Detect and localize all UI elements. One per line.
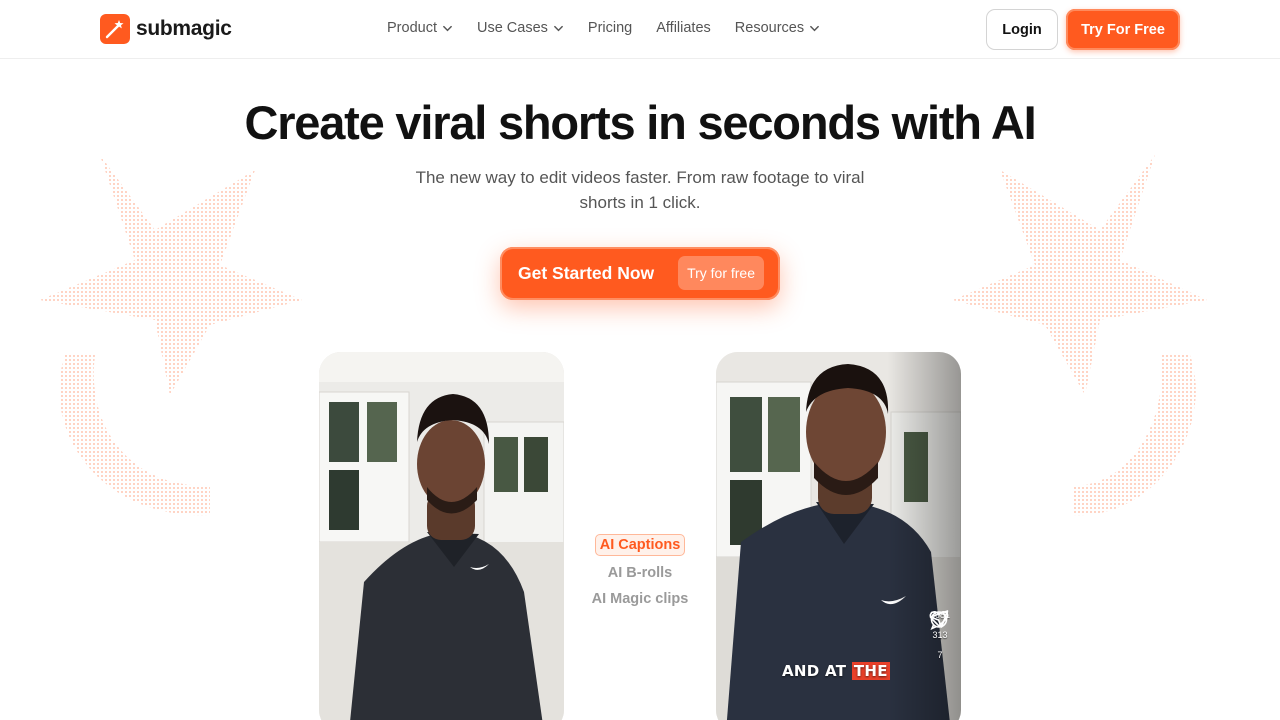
brand-logo[interactable]: submagic xyxy=(100,14,232,44)
share-count: 7 xyxy=(937,650,943,660)
chevron-down-icon xyxy=(554,25,563,31)
get-started-button[interactable]: Get Started Now Try for free xyxy=(500,247,780,300)
menu-item-use-cases[interactable]: Use Cases xyxy=(477,20,564,36)
menu-item-label: Affiliates xyxy=(656,20,711,36)
try-for-free-button[interactable]: Try For Free xyxy=(1066,9,1180,50)
raw-video-frame xyxy=(319,352,564,720)
decorative-dotted-star-right xyxy=(953,155,1207,516)
main-menu: Product Use Cases Pricing Affiliates Res… xyxy=(387,20,820,36)
top-navigation: submagic Product Use Cases Pricing Affil… xyxy=(0,0,1280,59)
hero-subtitle: The new way to edit videos faster. From … xyxy=(415,168,865,212)
get-started-label: Get Started Now xyxy=(518,263,655,283)
edited-video-preview[interactable]: AND AT THE 3081 313 7 xyxy=(716,352,961,720)
magic-wand-icon xyxy=(100,14,130,44)
chevron-down-icon xyxy=(810,25,819,31)
feature-switcher: AI Captions AI B-rolls AI Magic clips xyxy=(586,534,694,612)
hero-title: Create viral shorts in seconds with AI xyxy=(244,96,1036,149)
share-icon[interactable] xyxy=(929,610,949,628)
feature-ai-captions[interactable]: AI Captions xyxy=(594,534,686,556)
menu-item-affiliates[interactable]: Affiliates xyxy=(656,20,711,36)
feature-ai-magic-clips[interactable]: AI Magic clips xyxy=(586,586,694,612)
chevron-down-icon xyxy=(443,25,452,31)
menu-item-label: Product xyxy=(387,20,437,36)
video-action-bar: 3081 313 7 xyxy=(929,610,951,670)
video-caption: AND AT THE xyxy=(782,662,890,680)
feature-ai-b-rolls[interactable]: AI B-rolls xyxy=(586,560,694,586)
menu-item-pricing[interactable]: Pricing xyxy=(588,20,632,36)
menu-item-resources[interactable]: Resources xyxy=(735,20,820,36)
menu-item-label: Use Cases xyxy=(476,20,548,36)
comment-count: 313 xyxy=(932,630,948,640)
decorative-dotted-star-left xyxy=(40,155,302,516)
menu-item-product[interactable]: Product xyxy=(387,20,453,36)
caption-word: AND AT xyxy=(782,662,847,680)
login-button[interactable]: Login xyxy=(986,9,1058,50)
caption-highlighted-word: THE xyxy=(851,662,890,680)
menu-item-label: Pricing xyxy=(587,20,633,36)
brand-name: submagic xyxy=(136,17,232,40)
try-for-free-badge: Try for free xyxy=(678,256,764,290)
raw-video-preview[interactable] xyxy=(319,352,564,720)
menu-item-label: Resources xyxy=(734,20,805,36)
